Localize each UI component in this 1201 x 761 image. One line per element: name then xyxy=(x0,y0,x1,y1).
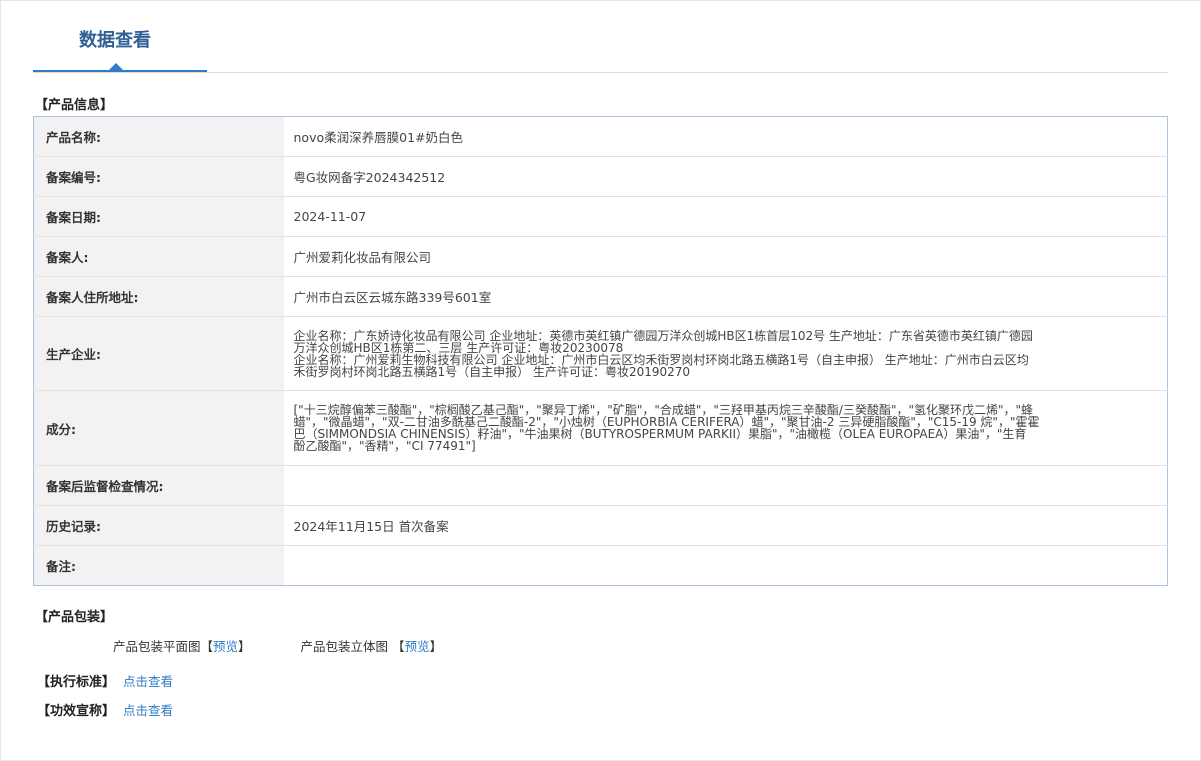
supervision-label: 备案后监督检查情况: xyxy=(33,465,284,506)
bracket-close: 】 xyxy=(238,639,251,654)
product-info-table: 产品名称: novo柔润深养唇膜01#奶白色 备案编号: 粤G妆网备字20243… xyxy=(33,116,1168,586)
filing-number-value: 粤G妆网备字2024342512 xyxy=(283,156,1168,197)
standard-view-link[interactable]: 点击查看 xyxy=(123,674,173,689)
packaging-section-title: 【产品包装】 xyxy=(35,610,114,625)
bracket-close: 】 xyxy=(429,639,443,654)
filing-date-value: 2024-11-07 xyxy=(283,196,1168,237)
remarks-label: 备注: xyxy=(33,545,284,586)
efficacy-view-link[interactable]: 点击查看 xyxy=(123,703,173,718)
filer-label: 备案人: xyxy=(33,236,284,277)
packaging-solid-preview-link[interactable]: 预览 xyxy=(405,639,430,654)
tab-bar: 数据查看 xyxy=(33,0,1168,73)
table-row: 备案人: 广州爱莉化妆品有限公司 xyxy=(33,236,1168,277)
packaging-solid-item: 产品包装立体图 【预览】 xyxy=(301,638,443,656)
filer-address-label: 备案人住所地址: xyxy=(33,276,284,317)
ingredients-line: 酚乙酸酯"，"香精"，"CI 77491"] xyxy=(293,439,476,453)
ingredients-value: ["十三烷醇偏苯三酸酯"，"棕榈酸乙基己酯"，"聚异丁烯"，"矿脂"，"合成蜡"… xyxy=(283,390,1168,466)
ingredients-label: 成分: xyxy=(33,390,284,466)
packaging-row: 产品包装平面图【预览】 产品包装立体图 【预览】 xyxy=(113,638,442,656)
product-name-label: 产品名称: xyxy=(33,116,284,157)
filer-value: 广州爱莉化妆品有限公司 xyxy=(283,236,1168,277)
efficacy-label: 【功效宣称】 xyxy=(37,704,116,719)
manufacturer-line: 万洋众创城HB区1栋第二、三层 生产许可证：粤妆20230078 xyxy=(293,340,624,355)
table-row: 备案日期: 2024-11-07 xyxy=(33,196,1168,237)
table-row: 历史记录: 2024年11月15日 首次备案 xyxy=(33,505,1168,546)
product-name-value: novo柔润深养唇膜01#奶白色 xyxy=(283,116,1168,157)
filer-address-value: 广州市白云区云城东路339号601室 xyxy=(283,276,1168,317)
filing-number-label: 备案编号: xyxy=(33,156,284,197)
packaging-flat-item: 产品包装平面图【预览】 xyxy=(113,638,251,656)
packaging-flat-preview-link[interactable]: 预览 xyxy=(213,639,238,654)
manufacturer-value: 企业名称：广东娇诗化妆品有限公司 企业地址：英德市英红镇广德园万洋众创城HB区1… xyxy=(283,316,1168,391)
manufacturer-line: 禾街罗岗村环岗北路五横路1号（自主申报） 生产许可证：粤妆20190270 xyxy=(293,364,691,379)
standard-row: 【执行标准】 点击查看 xyxy=(37,674,173,691)
table-row: 备案编号: 粤G妆网备字2024342512 xyxy=(33,156,1168,197)
manufacturer-line: 企业名称：广州爱莉生物科技有限公司 企业地址：广州市白云区均禾街罗岗村环岗北路五… xyxy=(293,352,1029,367)
tab-active-caret-icon xyxy=(109,63,123,70)
standard-label: 【执行标准】 xyxy=(37,675,116,690)
tab-active-underline xyxy=(33,70,207,72)
table-row: 产品名称: novo柔润深养唇膜01#奶白色 xyxy=(33,116,1168,157)
packaging-flat-label: 产品包装平面图 xyxy=(113,639,201,654)
remarks-value xyxy=(284,546,1168,586)
manufacturer-label: 生产企业: xyxy=(33,316,284,391)
supervision-value xyxy=(283,465,1168,506)
history-value: 2024年11月15日 首次备案 xyxy=(283,505,1168,546)
table-row: 备注: xyxy=(33,545,1168,586)
history-label: 历史记录: xyxy=(33,505,284,546)
manufacturer-line: 企业名称：广东娇诗化妆品有限公司 企业地址：英德市英红镇广德园万洋众创城HB区1… xyxy=(293,328,1033,343)
tab-data-view[interactable]: 数据查看 xyxy=(79,30,151,52)
packaging-solid-label: 产品包装立体图 xyxy=(300,639,389,654)
filing-date-label: 备案日期: xyxy=(33,196,284,237)
bracket-open: 【 xyxy=(392,639,405,654)
table-row: 成分: ["十三烷醇偏苯三酸酯"，"棕榈酸乙基己酯"，"聚异丁烯"，"矿脂"，"… xyxy=(33,390,1168,466)
table-row: 备案后监督检查情况: xyxy=(33,465,1168,506)
table-row: 备案人住所地址: 广州市白云区云城东路339号601室 xyxy=(33,276,1168,317)
efficacy-row: 【功效宣称】 点击查看 xyxy=(37,703,173,720)
table-row: 生产企业: 企业名称：广东娇诗化妆品有限公司 企业地址：英德市英红镇广德园万洋众… xyxy=(33,316,1168,391)
product-info-section-title: 【产品信息】 xyxy=(35,98,114,113)
bracket-open: 【 xyxy=(200,639,214,654)
